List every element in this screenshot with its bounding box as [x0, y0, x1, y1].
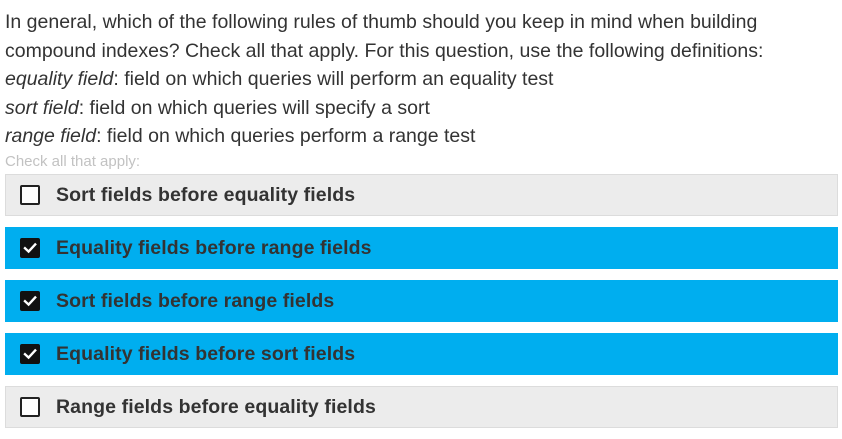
checkbox-checked-icon[interactable]: [20, 238, 40, 258]
question-line: In general, which of the following rules…: [5, 11, 758, 33]
checkbox-unchecked-icon[interactable]: [20, 397, 40, 417]
definition-desc: : field on which queries will perform an…: [113, 68, 554, 90]
definition-range-field: range field: field on which queries perf…: [5, 122, 835, 151]
definition-term: range field: [5, 125, 97, 147]
answer-option[interactable]: Range fields before equality fields: [5, 386, 838, 428]
answer-option[interactable]: Equality fields before sort fields: [5, 333, 838, 375]
answer-option-label: Sort fields before equality fields: [56, 183, 356, 206]
answer-option-label: Sort fields before range fields: [56, 289, 335, 312]
definition-sort-field: sort field: field on which queries will …: [5, 94, 835, 123]
definition-desc: : field on which queries perform a range…: [96, 125, 476, 147]
answer-option[interactable]: Sort fields before equality fields: [5, 174, 838, 216]
checkbox-unchecked-icon[interactable]: [20, 185, 40, 205]
answer-options: Sort fields before equality fields Equali…: [5, 174, 838, 439]
definition-term: sort field: [5, 96, 79, 119]
question-text: In general, which of the following rules…: [5, 8, 835, 151]
definition-term: equality field: [5, 68, 114, 90]
check-all-hint: Check all that apply:: [5, 153, 141, 170]
answer-option-label: Range fields before equality fields: [56, 395, 376, 418]
definition-equality-field: equality field: field on which queries w…: [5, 65, 835, 94]
answer-option-label: Equality fields before range fields: [56, 236, 372, 259]
definition-desc: : field on which queries will specify a …: [78, 96, 430, 119]
question-line: compound indexes? Check all that apply. …: [5, 39, 764, 62]
checkbox-checked-icon[interactable]: [20, 344, 40, 364]
answer-option[interactable]: Equality fields before range fields: [5, 227, 838, 269]
answer-option[interactable]: Sort fields before range fields: [5, 280, 838, 322]
checkbox-checked-icon[interactable]: [20, 291, 40, 311]
answer-option-label: Equality fields before sort fields: [56, 342, 356, 365]
